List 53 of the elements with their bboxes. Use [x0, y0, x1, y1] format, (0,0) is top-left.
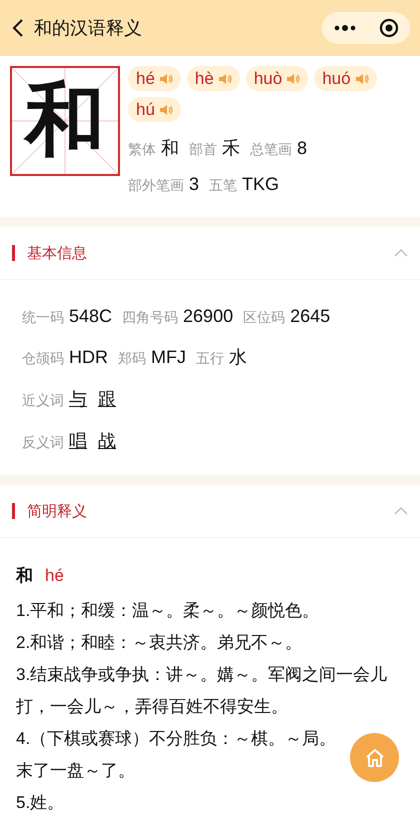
attribute-label: 部首	[189, 141, 217, 157]
definition-text: 1.平和；和缓：温～。柔～。～颜悦色。	[16, 600, 320, 622]
attribute-label: 繁体	[128, 141, 156, 157]
back-icon[interactable]	[12, 18, 24, 38]
definition-text: 4.（下棋或赛球）不分胜负：～棋。～局。末了一盘～了。	[16, 728, 338, 782]
speaker-icon	[218, 72, 232, 86]
attribute-label: 区位码	[243, 309, 286, 325]
speaker-icon	[158, 72, 173, 86]
attribute-label: 郑码	[118, 350, 146, 366]
attribute-label: 五行	[196, 350, 224, 366]
word-link[interactable]: 战	[98, 431, 116, 451]
word-link[interactable]: 唱	[69, 431, 87, 451]
pinyin-audio-button[interactable]: hé	[128, 66, 181, 91]
more-icon[interactable]	[334, 25, 356, 31]
pinyin-audio-button[interactable]: hú	[128, 97, 181, 122]
speaker-icon	[354, 72, 369, 86]
definition-text: 5.姓。	[16, 792, 66, 814]
section-title: 简明释义	[27, 502, 88, 520]
attribute-label: 统一码	[22, 309, 64, 325]
attribute-label: 部外笔画	[128, 177, 184, 193]
speaker-icon	[158, 102, 173, 116]
large-character: 和	[25, 76, 105, 167]
home-icon	[364, 748, 384, 768]
speaker-icon	[286, 72, 300, 86]
word-link[interactable]: 跟	[98, 389, 116, 409]
attribute-value: 水	[229, 347, 247, 367]
attribute-value: TKG	[242, 174, 280, 194]
attribute-value: 26900	[183, 306, 234, 326]
pinyin-audio-button[interactable]: huò	[246, 66, 308, 91]
attribute-label: 仓颉码	[22, 350, 64, 366]
headword-pinyin: hé	[45, 566, 64, 586]
page-title: 和的汉语释义	[34, 17, 143, 40]
definition-text: 3.结束战争或争执：讲～。媾～。军阀之间一会儿打，一会儿～，弄得百姓不得安生。	[16, 664, 388, 718]
close-target-icon[interactable]	[378, 18, 398, 38]
attribute-label: 四角号码	[122, 309, 178, 325]
attribute-label: 总笔画	[250, 141, 292, 157]
section-title: 基本信息	[27, 244, 88, 262]
attribute-value: HDR	[69, 347, 108, 367]
attribute-label: 近义词	[22, 392, 64, 408]
attribute-label: 五笔	[209, 177, 238, 193]
definition-text: 2.和谐；和睦：～衷共济。弟兄不～。	[16, 632, 304, 654]
pinyin-audio-button[interactable]: hè	[186, 66, 240, 91]
attribute-value: 548C	[69, 306, 112, 326]
attribute-value: 3	[189, 174, 200, 194]
attribute-label: 反义词	[22, 434, 64, 450]
pinyin-audio-button[interactable]: huó	[314, 66, 377, 91]
attribute-value: 禾	[222, 138, 240, 158]
headword: 和	[16, 565, 33, 587]
attribute-value: MFJ	[151, 347, 186, 367]
attribute-value: 8	[297, 138, 308, 158]
word-link[interactable]: 与	[69, 389, 87, 409]
attribute-value: 2645	[290, 306, 330, 326]
attribute-value: 和	[161, 138, 179, 158]
